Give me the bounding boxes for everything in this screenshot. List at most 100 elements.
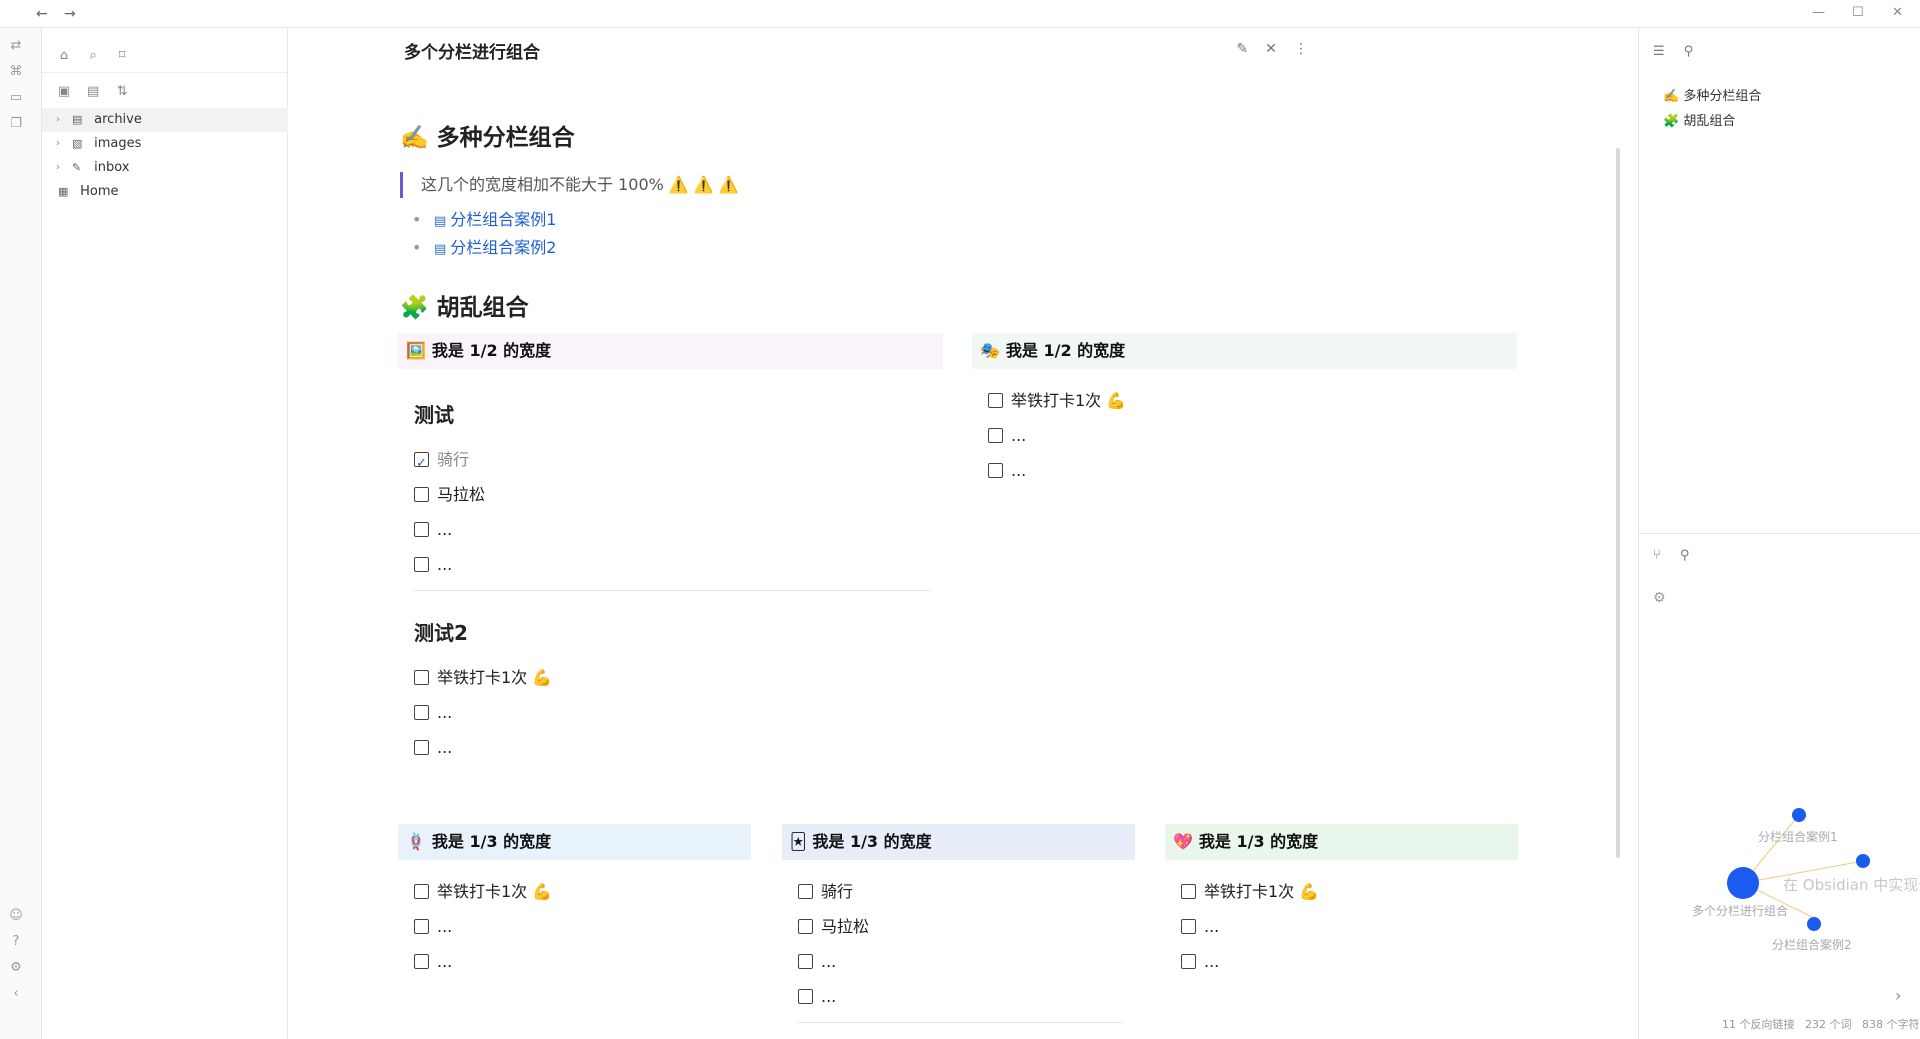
task-checkbox[interactable] (414, 919, 429, 934)
new-note-icon[interactable]: ▣ (56, 84, 72, 100)
task-checkbox[interactable] (414, 487, 429, 502)
graph-node-label: 在 Obsidian 中实现分 (1783, 876, 1920, 894)
forward-icon[interactable]: → (64, 6, 76, 22)
divider (798, 1022, 1122, 1023)
switcher-icon[interactable]: ⇄ (8, 38, 24, 54)
task-text: ... (437, 952, 453, 971)
task-item: ... (414, 512, 943, 547)
task-checkbox[interactable] (988, 463, 1003, 478)
task-item: 马拉松 (414, 477, 943, 512)
close-tab-icon[interactable]: ✕ (1265, 41, 1277, 57)
image-icon: ▧ (72, 137, 83, 150)
more-icon[interactable]: ⋮ (1294, 41, 1308, 57)
chevron-right-icon[interactable]: › (1895, 986, 1901, 1005)
backlink-count[interactable]: 11 个反向链接 (1722, 1018, 1795, 1031)
scrollbar[interactable] (1616, 148, 1620, 858)
collapse-icon[interactable]: ‹ (8, 986, 24, 1002)
task-item: ... (798, 944, 1135, 979)
edit-icon[interactable]: ✎ (1236, 41, 1248, 57)
vault-icon[interactable]: ☺ (8, 908, 24, 924)
task-item: 举铁打卡1次 💪 (1181, 874, 1518, 909)
task-checkbox[interactable] (414, 522, 429, 537)
task-checkbox[interactable] (1181, 919, 1196, 934)
sort-icon[interactable]: ⇅ (114, 84, 130, 100)
task-text: ... (821, 987, 837, 1006)
task-checkbox[interactable] (798, 989, 813, 1004)
task-item: ... (988, 453, 1517, 488)
heading-2: 🧩 胡乱组合 (400, 295, 529, 321)
graph-node[interactable] (1856, 854, 1870, 868)
tree-item-home[interactable]: ▦ Home (42, 180, 288, 204)
outgoing-links-icon[interactable]: ⚲ (1680, 548, 1690, 563)
task-checkbox[interactable] (414, 705, 429, 720)
tag-icon[interactable]: ⌑ (114, 48, 130, 64)
task-checkbox[interactable] (798, 919, 813, 934)
tree-item-archive[interactable]: › ▤ archive (42, 108, 288, 132)
graph-node-current[interactable] (1727, 867, 1759, 899)
task-item: ... (414, 547, 943, 582)
joker-icon: 🃏 (790, 832, 807, 851)
graph-node[interactable] (1792, 808, 1806, 822)
task-checkbox[interactable] (414, 446, 429, 481)
outline-item[interactable]: 🧩 胡乱组合 (1663, 109, 1761, 134)
minimize-icon[interactable]: — (1812, 5, 1825, 20)
task-text: ... (437, 917, 453, 936)
task-item: ... (414, 730, 943, 765)
task-checkbox[interactable] (414, 740, 429, 755)
callout-title: 🎭 我是 1/2 的宽度 (972, 333, 1517, 369)
group-heading: 测试2 (414, 621, 468, 645)
close-window-icon[interactable]: ✕ (1892, 5, 1903, 20)
callout-third-3: 💖 我是 1/3 的宽度 举铁打卡1次 💪...... (1165, 824, 1518, 979)
graph-settings-icon[interactable]: ⚙ (1653, 590, 1666, 606)
task-item: 骑行 (798, 874, 1135, 909)
canvas-icon[interactable]: ▭ (8, 90, 24, 106)
file-explorer: ⌂ ⌕ ⌑ ▣ ▤ ⇅ › ▤ archive › ▧ images › ✎ i… (42, 28, 288, 1039)
local-graph-icon[interactable]: ⑂ (1653, 548, 1661, 563)
char-count: 838 个字符 (1862, 1018, 1920, 1031)
search-icon[interactable]: ⌕ (85, 48, 101, 64)
callout-half-1: 🖼️ 我是 1/2 的宽度 测试骑行马拉松...... 测试2 举铁打卡1次 💪...… (398, 333, 943, 765)
graph-view-icon[interactable]: ⌘ (8, 64, 24, 80)
task-checkbox[interactable] (1181, 884, 1196, 899)
task-checkbox[interactable] (798, 954, 813, 969)
editor: 多个分栏进行组合 ✎ ✕ ⋮ ✍️ 多种分栏组合 这几个的宽度相加不能大于 10… (288, 28, 1638, 1039)
settings-icon[interactable]: ⚙ (8, 960, 24, 976)
right-sidebar: ☰ ⚲ ✍️ 多种分栏组合 🧩 胡乱组合 ⑂ ⚲ ⚙ 分栏组合案例1 在 Obs… (1638, 28, 1920, 1039)
outline-icon[interactable]: ☰ (1653, 44, 1665, 59)
page-title[interactable]: 多个分栏进行组合 (404, 38, 540, 63)
new-folder-icon[interactable]: ▤ (85, 84, 101, 100)
task-text: ... (437, 520, 453, 539)
task-text: ... (1204, 917, 1220, 936)
templates-icon[interactable]: ❐ (8, 116, 24, 132)
tree-item-label: Home (80, 184, 119, 199)
help-icon[interactable]: ? (8, 934, 24, 950)
graph-node-label: 分栏组合案例2 (1772, 938, 1852, 952)
task-text: 骑行 (821, 882, 854, 901)
callout-title: 🃏 我是 1/3 的宽度 (782, 824, 1135, 860)
home-icon[interactable]: ⌂ (56, 48, 72, 64)
internal-link[interactable]: 分栏组合案例1 (450, 210, 556, 229)
task-text: 马拉松 (437, 485, 486, 504)
task-checkbox[interactable] (414, 884, 429, 899)
back-icon[interactable]: ← (36, 6, 48, 22)
maximize-icon[interactable]: ☐ (1852, 5, 1864, 20)
task-checkbox[interactable] (798, 884, 813, 899)
internal-link[interactable]: 分栏组合案例2 (450, 238, 556, 257)
tree-item-images[interactable]: › ▧ images (42, 132, 288, 156)
task-checkbox[interactable] (988, 428, 1003, 443)
task-checkbox[interactable] (988, 393, 1003, 408)
task-text: ... (437, 703, 453, 722)
backlinks-icon[interactable]: ⚲ (1684, 44, 1694, 59)
task-item: 举铁打卡1次 💪 (414, 874, 751, 909)
task-text: 马拉松 (821, 917, 870, 936)
local-graph[interactable]: 分栏组合案例1 在 Obsidian 中实现分 多个分栏进行组合 分栏组合案例2 (1639, 768, 1920, 988)
frame-icon: 🖼️ (406, 341, 426, 360)
outline-item[interactable]: ✍️ 多种分栏组合 (1663, 84, 1761, 109)
tree-item-label: images (94, 136, 142, 151)
task-checkbox[interactable] (414, 557, 429, 572)
task-checkbox[interactable] (1181, 954, 1196, 969)
task-checkbox[interactable] (414, 954, 429, 969)
graph-node[interactable] (1807, 917, 1821, 931)
task-checkbox[interactable] (414, 670, 429, 685)
tree-item-inbox[interactable]: › ✎ inbox (42, 156, 288, 180)
